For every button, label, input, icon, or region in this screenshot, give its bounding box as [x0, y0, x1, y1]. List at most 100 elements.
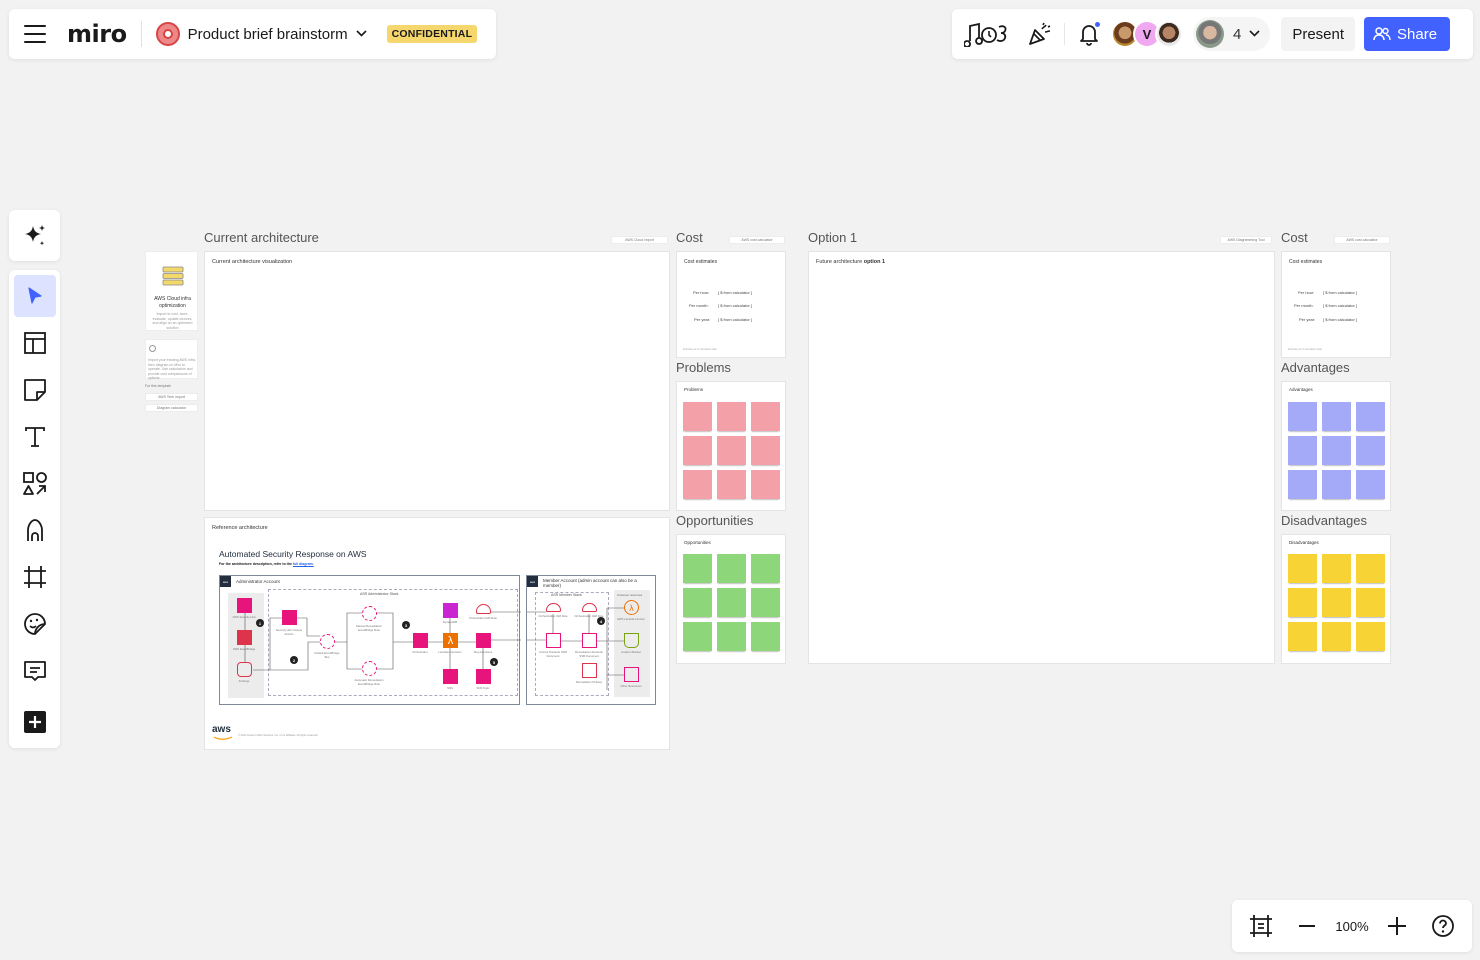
sticky-note[interactable] — [1322, 470, 1351, 499]
collaboration-bar: V 4 Present Share — [952, 9, 1473, 59]
full-diagram-link[interactable]: full diagram. — [293, 562, 314, 566]
help-button[interactable] — [1426, 909, 1460, 943]
sticky-note[interactable] — [717, 588, 746, 617]
pen-tool[interactable] — [14, 510, 56, 552]
zoom-out-button[interactable] — [1290, 909, 1324, 943]
chevron-down-icon[interactable] — [356, 28, 367, 40]
sticky-note[interactable] — [751, 554, 780, 583]
sticky-note[interactable] — [1288, 436, 1317, 465]
shapes-tool[interactable] — [14, 463, 56, 505]
sticky-note[interactable] — [683, 588, 712, 617]
zoom-in-button[interactable] — [1380, 909, 1414, 943]
sticky-note[interactable] — [683, 436, 712, 465]
advantages-frame[interactable]: Advantages — [1281, 381, 1391, 511]
sticky-note[interactable] — [1356, 470, 1385, 499]
sticky-note[interactable] — [1322, 554, 1351, 583]
zoom-level[interactable]: 100% — [1335, 919, 1368, 934]
sticky-note[interactable] — [1356, 436, 1385, 465]
confidential-badge[interactable]: CONFIDENTIAL — [386, 25, 478, 43]
text-tool[interactable] — [14, 416, 56, 458]
sticky-note[interactable] — [683, 554, 712, 583]
sticky-note[interactable] — [717, 402, 746, 431]
aws-smile-icon — [213, 736, 233, 740]
sticky-note[interactable] — [717, 554, 746, 583]
opportunities-frame[interactable]: Opportunities — [676, 534, 786, 664]
sticky-note[interactable] — [1322, 402, 1351, 431]
sticky-note[interactable] — [751, 402, 780, 431]
collaborators-dropdown[interactable]: 4 — [1193, 17, 1271, 51]
sticky-note[interactable] — [1356, 554, 1385, 583]
aws-import-link[interactable]: AWS Tech import — [145, 393, 198, 401]
disadvantages-frame[interactable]: Disadvantages — [1281, 534, 1391, 664]
templates-tool[interactable] — [14, 322, 56, 364]
sticky-note[interactable] — [751, 622, 780, 651]
sticky-note[interactable] — [683, 470, 712, 499]
disadvantages-stickies — [1288, 554, 1385, 651]
celebrate-icon[interactable] — [1022, 16, 1058, 52]
music-timer-icon[interactable] — [964, 16, 1010, 52]
sticky-note[interactable] — [751, 588, 780, 617]
cost-estimates-card[interactable]: Cost estimates Per hour: [ $ from calcul… — [1281, 251, 1391, 358]
current-architecture-frame[interactable]: Current architecture visualization — [204, 251, 670, 511]
sticky-note[interactable] — [751, 470, 780, 499]
present-button[interactable]: Present — [1281, 17, 1356, 51]
cost-row-value: [ $ from calculator ] — [718, 290, 753, 295]
template-note-card[interactable]: Import your existing AWS infra, then dia… — [145, 339, 198, 380]
sticky-note[interactable] — [717, 622, 746, 651]
sticky-note[interactable] — [751, 436, 780, 465]
divider — [140, 21, 142, 47]
sticky-note[interactable] — [1322, 588, 1351, 617]
sticky-note[interactable] — [717, 436, 746, 465]
stickers-tool[interactable] — [14, 603, 56, 645]
creation-toolbar — [9, 270, 60, 748]
member-account-box: aws Member Account (admin account can al… — [526, 575, 656, 705]
reference-architecture-frame[interactable]: Reference architecture Automated Securit… — [204, 517, 670, 750]
cost-calculator-button[interactable]: AWS cost calculator — [1334, 236, 1390, 244]
aws-logo: aws — [212, 724, 231, 735]
sticky-note[interactable] — [1356, 622, 1385, 651]
miro-logo[interactable]: miro — [67, 20, 127, 48]
sticky-note[interactable] — [1288, 554, 1317, 583]
board-title[interactable]: Product brief brainstorm — [188, 26, 348, 43]
main-menu-button[interactable] — [24, 25, 46, 43]
sticky-note[interactable] — [1288, 470, 1317, 499]
template-title: AWS Cloud infra optimization — [154, 296, 191, 309]
sticky-note[interactable] — [1356, 402, 1385, 431]
sticky-note[interactable] — [1288, 588, 1317, 617]
frame-tool[interactable] — [14, 556, 56, 598]
select-tool[interactable] — [13, 275, 56, 317]
calculator-link[interactable]: Diagram calculator — [145, 404, 198, 412]
problems-frame[interactable]: Problems — [676, 381, 786, 511]
database-icon — [162, 266, 184, 286]
ai-assistant-button[interactable] — [9, 210, 60, 261]
more-apps-tool[interactable] — [14, 701, 56, 743]
aws-import-button[interactable]: AWS Cloud import — [611, 236, 668, 244]
template-intro-card[interactable]: AWS Cloud infra optimization Import to c… — [145, 251, 198, 331]
option-1-frame[interactable]: Future architecture option 1 — [808, 251, 1275, 664]
sticky-note[interactable] — [1356, 588, 1385, 617]
avatar[interactable] — [1155, 20, 1183, 48]
sticky-note[interactable] — [683, 622, 712, 651]
pen-icon — [26, 519, 43, 542]
diagramming-tool-button[interactable]: AWS Diagramming Tool — [1220, 236, 1272, 244]
sticky-note[interactable] — [1322, 436, 1351, 465]
aws-diagram-subtitle: For the architecture description, refer … — [219, 562, 314, 566]
cost-card-title: Cost estimates — [684, 259, 718, 265]
share-button[interactable]: Share — [1364, 17, 1451, 51]
sticky-note[interactable] — [1288, 402, 1317, 431]
comment-tool[interactable] — [14, 650, 56, 692]
sticky-note[interactable] — [683, 402, 712, 431]
minus-icon — [1298, 925, 1315, 927]
fit-to-screen-button[interactable] — [1244, 909, 1278, 943]
sticky-note-tool[interactable] — [14, 369, 56, 411]
cost-estimates-card[interactable]: Cost estimates Per hour: [ $ from calcul… — [676, 251, 786, 358]
frame-title-disadvantages: Disadvantages — [1281, 513, 1367, 528]
plus-icon — [1388, 917, 1407, 935]
cost-calculator-button[interactable]: AWS cost calculator — [729, 236, 785, 244]
board-header: miro Product brief brainstorm CONFIDENTI… — [9, 9, 496, 59]
sticky-note[interactable] — [1322, 622, 1351, 651]
sticky-note[interactable] — [1288, 622, 1317, 651]
problems-stickies — [683, 402, 780, 499]
sticky-note[interactable] — [717, 470, 746, 499]
bell-icon[interactable] — [1071, 16, 1107, 52]
